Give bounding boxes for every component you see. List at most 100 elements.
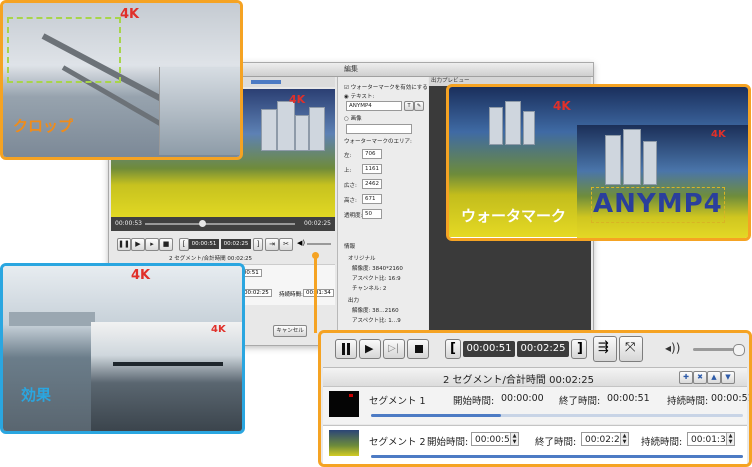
volume-knob[interactable]	[733, 344, 745, 356]
segment-1-progress	[371, 414, 743, 417]
segment-2-dur-input[interactable]: 00:01:34 ▲ ▼	[687, 432, 735, 446]
watermark-enable-checkbox[interactable]: ☑	[344, 85, 349, 91]
segment-2-start-label: 開始時間:	[427, 437, 469, 448]
watermark-text-input[interactable]: ANYMP4	[346, 101, 402, 111]
field-value-2[interactable]: 2462	[362, 179, 382, 189]
watermark-badge-top: 4K	[553, 99, 571, 113]
editor-playhead[interactable]	[199, 220, 206, 227]
segment-1-end: 00:00:51	[607, 393, 650, 404]
font-button[interactable]: T	[404, 101, 414, 111]
crop-badge: 4K	[120, 7, 140, 22]
crop-callout: 4K クロップ	[0, 0, 243, 160]
watermark-callout: 4K 4K ANYMP4 ウォータマーク	[446, 84, 751, 241]
area-title: ウォーターマークのエリア:	[344, 139, 412, 145]
effect-label: 効果	[21, 386, 52, 404]
editor-time-end: 00:02:25	[304, 220, 331, 227]
editor-mark-in-button[interactable]: [	[179, 238, 189, 251]
crop-preview-inset	[159, 67, 240, 155]
segment-2-thumbnail	[329, 430, 359, 456]
watermark-enable-label: ウォーターマークを有効にする	[350, 85, 428, 91]
field-value-0[interactable]: 706	[362, 149, 382, 159]
crop-rectangle[interactable]	[7, 17, 121, 83]
out-aspect-text: アスペクト比: 1…9	[352, 318, 401, 324]
segment-1-dur: 00:00:51	[711, 393, 752, 404]
segment-2-end-label: 終了時間:	[535, 437, 577, 448]
segment-1-thumbnail	[329, 391, 359, 417]
resolution-text: 解像度: 3840*2160	[352, 266, 403, 272]
watermark-badge-inset: 4K	[711, 129, 726, 140]
watermark-label: ウォータマーク	[461, 207, 567, 225]
mark-out-button[interactable]: ]	[571, 339, 587, 359]
segment-2-end-input[interactable]: 00:02:25 ▲ ▼	[581, 432, 629, 446]
merge-button[interactable]: ⤧	[619, 336, 643, 362]
pause-button[interactable]	[335, 339, 357, 359]
delete-segment-icon[interactable]: ✖	[693, 371, 707, 384]
editor-mark-out-button[interactable]: ]	[253, 238, 263, 251]
editor-split-icon[interactable]: ⇥	[265, 238, 279, 251]
segment-row-1[interactable]: セグメント 1 開始時間: 00:00:00 終了時間: 00:00:51 持続…	[323, 386, 749, 424]
segment-row-2[interactable]: セグメント 2 開始時間: 00:00:51 ▲ ▼ 終了時間: 00:02:25…	[323, 425, 747, 464]
segment-2-start-stepper[interactable]: ▲ ▼	[510, 433, 518, 445]
editor-stop-button[interactable]: ■	[159, 238, 173, 251]
move-up-icon[interactable]: ▲	[707, 371, 721, 384]
editor-seg-in[interactable]: 00:02:25	[241, 289, 272, 297]
editor-pause-button[interactable]: ❚❚	[117, 238, 131, 251]
segment-2-dur-stepper[interactable]: ▲ ▼	[726, 433, 734, 445]
volume-icon: ◂))	[665, 341, 681, 355]
editor-cut-icon[interactable]: ✂	[279, 238, 293, 251]
field-value-1[interactable]: 1161	[362, 164, 382, 174]
stop-icon	[415, 345, 423, 353]
effect-callout: 4K 4K 効果	[0, 263, 245, 434]
editor-segments-summary: 2 セグメント/合計時間 00:02:25	[169, 256, 253, 262]
stop-button[interactable]	[407, 339, 429, 359]
image-option-label: 画像	[350, 116, 362, 122]
field-label-2: 広さ:	[344, 183, 357, 189]
segment-summary: 2 セグメント/合計時間 00:02:25	[443, 375, 595, 386]
editor-time-start: 00:00:53	[115, 220, 142, 227]
text-radio[interactable]: ◉	[344, 94, 349, 100]
segment-2-dur-label: 持続時間:	[641, 437, 683, 448]
pause-icon	[342, 343, 345, 355]
segment-1-start: 00:00:00	[501, 393, 544, 404]
step-forward-icon: ▷|	[388, 343, 400, 354]
info-title: 情報	[344, 244, 356, 250]
editor-step-button[interactable]: ▸	[145, 238, 159, 251]
editor-volume-slider[interactable]	[307, 243, 331, 245]
field-label-0: 左:	[344, 153, 352, 159]
split-icon: ⇶	[598, 340, 609, 355]
segment-1-end-label: 終了時間:	[559, 396, 601, 407]
move-down-icon[interactable]: ▼	[721, 371, 735, 384]
cancel-button[interactable]: キャンセル	[273, 325, 307, 337]
editor-seg-dur[interactable]: 00:01:34	[303, 289, 334, 297]
segment-2-name: セグメント 2	[369, 437, 426, 448]
segment-summary-bar: 2 セグメント/合計時間 00:02:25 ✚ ✖ ▲ ▼	[323, 367, 747, 386]
segment-1-name: セグメント 1	[369, 396, 426, 407]
segment-2-end-stepper[interactable]: ▲ ▼	[620, 433, 628, 445]
time-in-display[interactable]: 00:00:51	[463, 341, 515, 357]
volume-slider[interactable]	[693, 344, 745, 356]
watermark-text: ANYMP4	[593, 189, 723, 219]
time-out-display[interactable]: 00:02:25	[517, 341, 569, 357]
mark-in-button[interactable]: [	[445, 339, 461, 359]
editor-controls: ❚❚ ▶ ▸ ■ [ 00:00:51 00:02:25 ] ⇥ ✂ ◀)	[111, 238, 335, 252]
segment-1-dur-label: 持続時間:	[667, 396, 709, 407]
color-button[interactable]: ✎	[414, 101, 424, 111]
add-segment-icon[interactable]: ✚	[679, 371, 693, 384]
split-button[interactable]: ⇶	[593, 336, 617, 362]
effect-badge-inset: 4K	[211, 324, 226, 335]
segment-2-start-input[interactable]: 00:00:51 ▲ ▼	[471, 432, 519, 446]
bracket-right-icon: ]	[577, 341, 583, 356]
text-option-label: テキスト:	[350, 94, 375, 100]
editor-timebar[interactable]: 00:00:53 00:02:25	[111, 217, 335, 231]
step-forward-button[interactable]: ▷|	[383, 339, 405, 359]
output-label: 出力	[348, 298, 360, 304]
field-value-3[interactable]: 671	[362, 194, 382, 204]
next-frame-button[interactable]: ▶	[359, 339, 381, 359]
image-path-input[interactable]	[346, 124, 412, 134]
merge-icon: ⤧	[625, 340, 636, 355]
original-label: オリジナル	[348, 256, 376, 262]
effect-image	[3, 266, 242, 431]
image-radio[interactable]: ○	[344, 116, 349, 122]
editor-next-frame-button[interactable]: ▶	[131, 238, 145, 251]
field-value-4[interactable]: 50	[362, 209, 382, 219]
